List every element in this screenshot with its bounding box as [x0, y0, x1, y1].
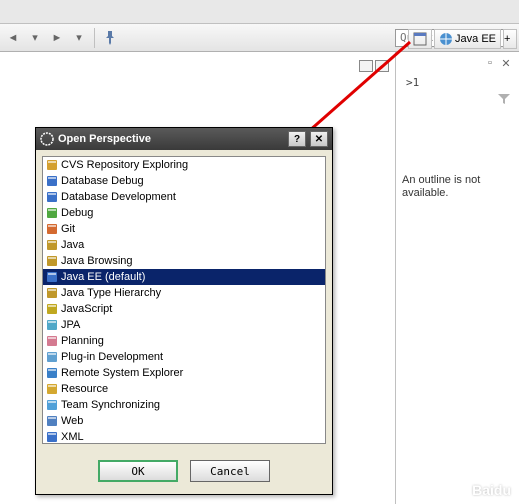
list-item[interactable]: XML: [43, 429, 325, 444]
list-item[interactable]: Debug: [43, 205, 325, 221]
perspective-icon: [45, 286, 59, 300]
perspective-icon: [45, 414, 59, 428]
outline-view: ▫ ✕ >1 An outline is not available.: [396, 52, 519, 504]
perspective-icon: [45, 334, 59, 348]
cancel-button[interactable]: Cancel: [190, 460, 270, 482]
list-item-label: Debug: [61, 207, 93, 219]
perspective-icon: [45, 398, 59, 412]
pin-button[interactable]: [101, 29, 119, 47]
list-item[interactable]: Remote System Explorer: [43, 365, 325, 381]
back-menu[interactable]: ▾: [26, 29, 44, 47]
plus-icon: +: [504, 33, 510, 45]
list-item[interactable]: Java: [43, 237, 325, 253]
list-item-label: Java Type Hierarchy: [61, 287, 161, 299]
list-item-label: Java EE (default): [61, 271, 145, 283]
separator: [94, 28, 95, 48]
pin-icon: [102, 30, 118, 46]
list-item-label: Web: [61, 415, 83, 427]
list-item-label: Remote System Explorer: [61, 367, 183, 379]
list-item[interactable]: Database Debug: [43, 173, 325, 189]
minimize-view-button[interactable]: [359, 60, 373, 72]
list-item-label: Plug-in Development: [61, 351, 163, 363]
perspective-icon: [45, 158, 59, 172]
maximize-view-button[interactable]: [375, 60, 389, 72]
list-item-label: Database Debug: [61, 175, 144, 187]
perspective-list[interactable]: CVS Repository Exploring Database Debug Da…: [42, 156, 326, 444]
list-item-label: XML: [61, 431, 84, 443]
list-item-label: JPA: [61, 319, 80, 331]
list-item[interactable]: Java EE (default): [43, 269, 325, 285]
perspective-switcher: Java EE +: [408, 26, 517, 52]
help-button[interactable]: ?: [288, 131, 306, 147]
perspective-label: Java EE: [455, 33, 496, 45]
menubar-area: [0, 0, 519, 24]
open-perspective-button[interactable]: [408, 29, 432, 49]
list-item[interactable]: Git: [43, 221, 325, 237]
outline-toggle-icon[interactable]: ▫: [483, 56, 497, 70]
list-item-label: CVS Repository Exploring: [61, 159, 188, 171]
list-item[interactable]: Resource: [43, 381, 325, 397]
list-item[interactable]: Team Synchronizing: [43, 397, 325, 413]
perspective-icon: [45, 430, 59, 444]
list-item-label: JavaScript: [61, 303, 112, 315]
outline-close-icon[interactable]: ✕: [499, 56, 513, 70]
list-item[interactable]: CVS Repository Exploring: [43, 157, 325, 173]
list-item[interactable]: JavaScript: [43, 301, 325, 317]
perspective-icon: [45, 222, 59, 236]
more-perspective-button[interactable]: +: [503, 29, 517, 49]
list-item-label: Git: [61, 223, 75, 235]
watermark: Baidu: [472, 482, 511, 498]
perspective-icon: [45, 206, 59, 220]
list-item[interactable]: JPA: [43, 317, 325, 333]
list-item[interactable]: Plug-in Development: [43, 349, 325, 365]
dialog-titlebar[interactable]: Open Perspective ? ✕: [36, 128, 332, 150]
list-item-label: Database Development: [61, 191, 176, 203]
list-item-label: Java Browsing: [61, 255, 133, 267]
forward-button[interactable]: ►: [48, 29, 66, 47]
perspective-icon: [45, 350, 59, 364]
perspective-icon: [45, 174, 59, 188]
open-perspective-dialog: Open Perspective ? ✕ CVS Repository Expl…: [35, 127, 333, 495]
list-item[interactable]: Web: [43, 413, 325, 429]
java-ee-perspective-button[interactable]: Java EE: [434, 29, 501, 49]
perspective-icon: [45, 254, 59, 268]
ok-button[interactable]: OK: [98, 460, 178, 482]
globe-icon: [439, 32, 453, 46]
list-item-label: Planning: [61, 335, 104, 347]
perspective-icon: [45, 366, 59, 380]
dialog-buttons: OK Cancel: [36, 450, 332, 494]
filter-icon[interactable]: [497, 92, 511, 106]
dialog-title: Open Perspective: [58, 133, 151, 145]
forward-menu[interactable]: ▾: [70, 29, 88, 47]
close-button[interactable]: ✕: [310, 131, 328, 147]
list-item[interactable]: Java Browsing: [43, 253, 325, 269]
perspective-icon: [45, 238, 59, 252]
list-item-label: Team Synchronizing: [61, 399, 160, 411]
view-controls: [359, 60, 389, 72]
perspective-icon: [45, 382, 59, 396]
dialog-icon: [40, 132, 54, 146]
perspective-icon: [45, 190, 59, 204]
list-item[interactable]: Java Type Hierarchy: [43, 285, 325, 301]
perspective-icon: [45, 302, 59, 316]
list-item-label: Resource: [61, 383, 108, 395]
list-item-label: Java: [61, 239, 84, 251]
window-icon: [413, 32, 427, 46]
perspective-icon: [45, 318, 59, 332]
perspective-icon: [45, 270, 59, 284]
outline-tab-label: >1: [406, 76, 419, 89]
list-item[interactable]: Database Development: [43, 189, 325, 205]
back-button[interactable]: ◄: [4, 29, 22, 47]
list-item[interactable]: Planning: [43, 333, 325, 349]
outline-message: An outline is not available.: [402, 174, 513, 200]
